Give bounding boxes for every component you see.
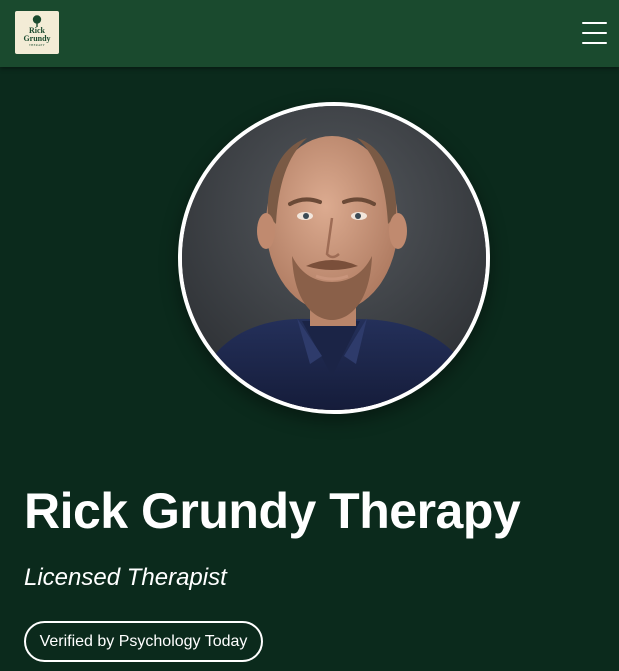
page-title: Rick Grundy Therapy [24, 483, 521, 539]
logo-text-grundy: Grundy [23, 34, 51, 43]
portrait-image [182, 106, 486, 410]
therapist-subtitle: Licensed Therapist [24, 564, 227, 591]
menu-bar [582, 32, 607, 34]
verified-by-psychology-today-button[interactable]: Verified by Psychology Today [24, 621, 263, 662]
navbar: Rick Grundy THERAPY [0, 0, 619, 67]
menu-bar [582, 22, 607, 24]
therapist-portrait [178, 102, 490, 414]
hamburger-menu-icon[interactable] [582, 22, 607, 44]
site-logo[interactable]: Rick Grundy THERAPY [15, 11, 59, 54]
menu-bar [582, 42, 607, 44]
logo-text-therapy: THERAPY [29, 43, 45, 47]
